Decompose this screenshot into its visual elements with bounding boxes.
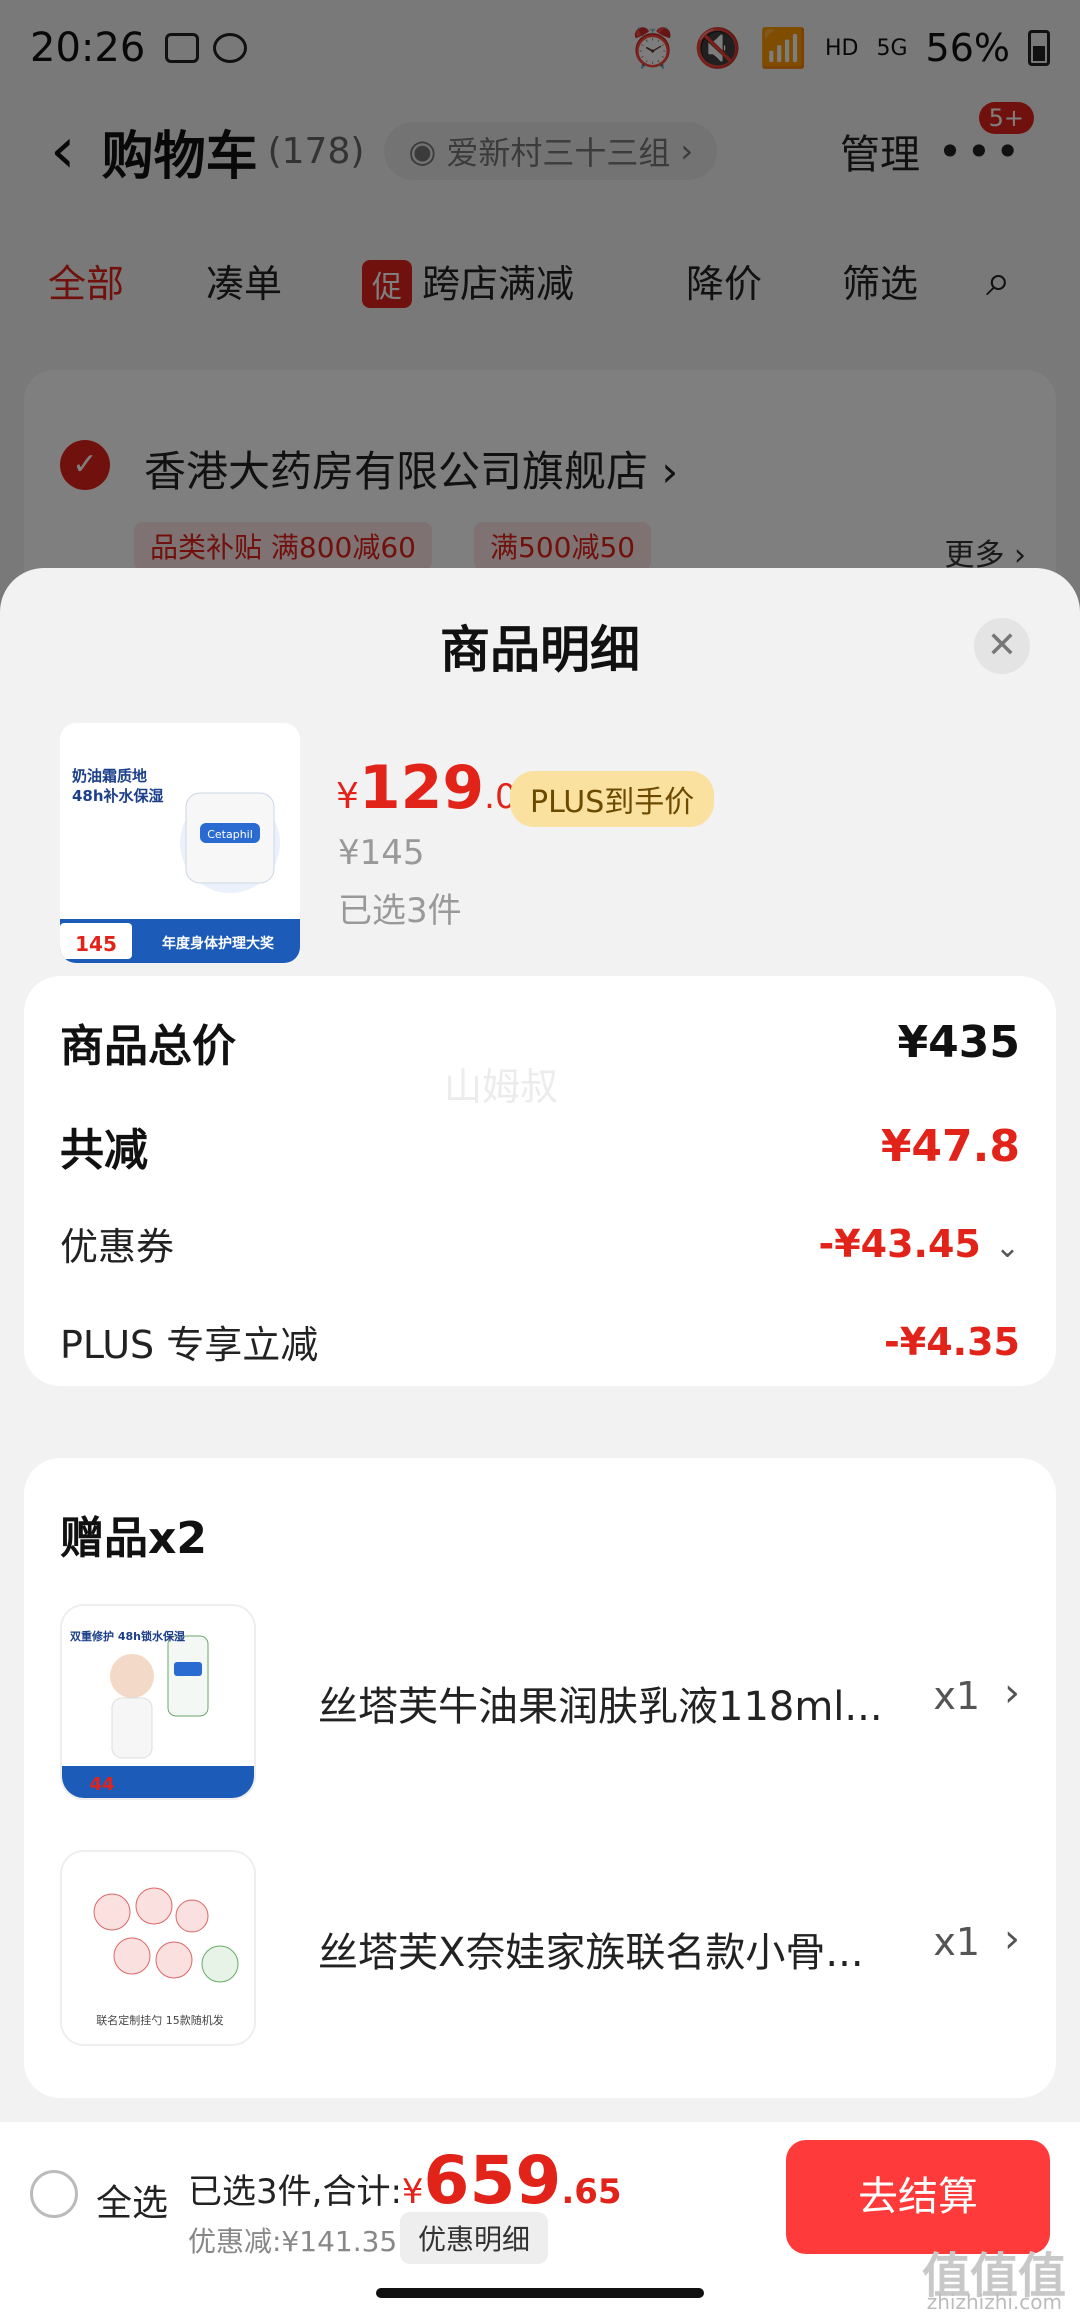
home-bar[interactable]	[376, 2288, 704, 2298]
plus-discount-label: PLUS 专享立减	[60, 1323, 319, 1367]
coupon-row[interactable]: 优惠券 -¥43.45 ⌄	[60, 1216, 1020, 1271]
close-icon[interactable]: ✕	[974, 618, 1030, 674]
selected-count: 已选3件	[338, 891, 462, 931]
plus-price-badge: PLUS到手价	[510, 771, 715, 827]
total-value: ¥435	[897, 1016, 1020, 1068]
gift-name: 丝塔芙X奈娃家族联名款小骨...	[318, 1930, 864, 1976]
gifts-title: 赠品x2	[60, 1513, 207, 1564]
product-detail-sheet: 商品明细 ✕ Cetaphil 奶油霜质地 48h补水保湿 145 年度身体护理…	[0, 568, 1080, 2123]
original-price: ¥145	[338, 833, 425, 873]
checkout-bar: 全选 已选3件,合计:¥659.65 优惠减:¥141.35 优惠明细 去结算	[0, 2122, 1080, 2272]
home-indicator	[0, 2272, 1080, 2316]
plus-discount-value: -¥4.35	[884, 1319, 1020, 1364]
cart-background-page: 20:26 ⏰ 🔇 📶 HD 5G 56% ‹ 购物车 (178) ◉ 爱新村三…	[0, 0, 1080, 630]
select-all-label[interactable]: 全选	[96, 2174, 168, 2226]
discount-amount: 优惠减:¥141.35	[188, 2225, 398, 2258]
select-all-checkbox[interactable]	[30, 2170, 78, 2218]
gifts-card: 赠品x2 双重修护 48h锁水保湿 44 丝塔芙牛油果润肤乳液118ml... …	[24, 1458, 1056, 2098]
svg-text:双重修护 48h锁水保湿: 双重修护 48h锁水保湿	[70, 1629, 185, 1643]
reduce-label: 共减	[60, 1125, 148, 1176]
gift-name: 丝塔芙牛油果润肤乳液118ml...	[318, 1684, 883, 1730]
svg-text:年度身体护理大奖: 年度身体护理大奖	[162, 935, 275, 952]
total-prefix: 已选3件,合计:	[188, 2172, 402, 2212]
chevron-right-icon: ›	[1004, 1670, 1020, 1716]
reduce-value: ¥47.8	[880, 1120, 1020, 1172]
svg-text:44: 44	[89, 1774, 114, 1795]
reduce-row: 共减 ¥47.8	[60, 1114, 1020, 1178]
discount-detail-button[interactable]: 优惠明细	[400, 2212, 549, 2264]
gift-item[interactable]: 联名定制挂勺 15款随机发 丝塔芙X奈娃家族联名款小骨... x1 ›	[60, 1850, 1020, 2050]
plus-discount-row: PLUS 专享立减 -¥4.35	[60, 1314, 1020, 1369]
chevron-right-icon: ›	[1004, 1916, 1020, 1962]
total-amount: 659	[423, 2142, 562, 2219]
svg-text:奶油霜质地: 奶油霜质地	[72, 767, 147, 785]
svg-text:145: 145	[75, 932, 117, 956]
total-label: 商品总价	[60, 1021, 236, 1072]
gift-image: 联名定制挂勺 15款随机发	[60, 1850, 256, 2046]
total-row: 商品总价 ¥435	[60, 1010, 1020, 1074]
chevron-down-icon[interactable]: ⌄	[995, 1230, 1020, 1265]
coupon-label: 优惠券	[60, 1225, 175, 1269]
product-image[interactable]: Cetaphil 奶油霜质地 48h补水保湿 145 年度身体护理大奖	[60, 723, 300, 963]
product-price: ¥129.06	[336, 753, 538, 823]
site-watermark-url: zhizhizhi.com	[926, 2290, 1062, 2314]
sheet-title: 商品明细	[440, 621, 640, 679]
svg-text:48h补水保湿: 48h补水保湿	[72, 787, 164, 805]
gift-item[interactable]: 双重修护 48h锁水保湿 44 丝塔芙牛油果润肤乳液118ml... x1 ›	[60, 1604, 1020, 1804]
price-summary-card: 山姆叔 商品总价 ¥435 共减 ¥47.8 优惠券 -¥43.45 ⌄ PLUS…	[24, 976, 1056, 1386]
coupon-value: -¥43.45	[818, 1221, 981, 1266]
dim-overlay[interactable]	[0, 0, 1080, 620]
gift-quantity: x1	[933, 1674, 980, 1718]
svg-text:联名定制挂勺 15款随机发: 联名定制挂勺 15款随机发	[96, 2013, 224, 2027]
svg-text:Cetaphil: Cetaphil	[207, 828, 253, 841]
cart-total: 已选3件,合计:¥659.65	[188, 2142, 622, 2219]
gift-quantity: x1	[933, 1920, 980, 1964]
gift-image: 双重修护 48h锁水保湿 44	[60, 1604, 256, 1800]
